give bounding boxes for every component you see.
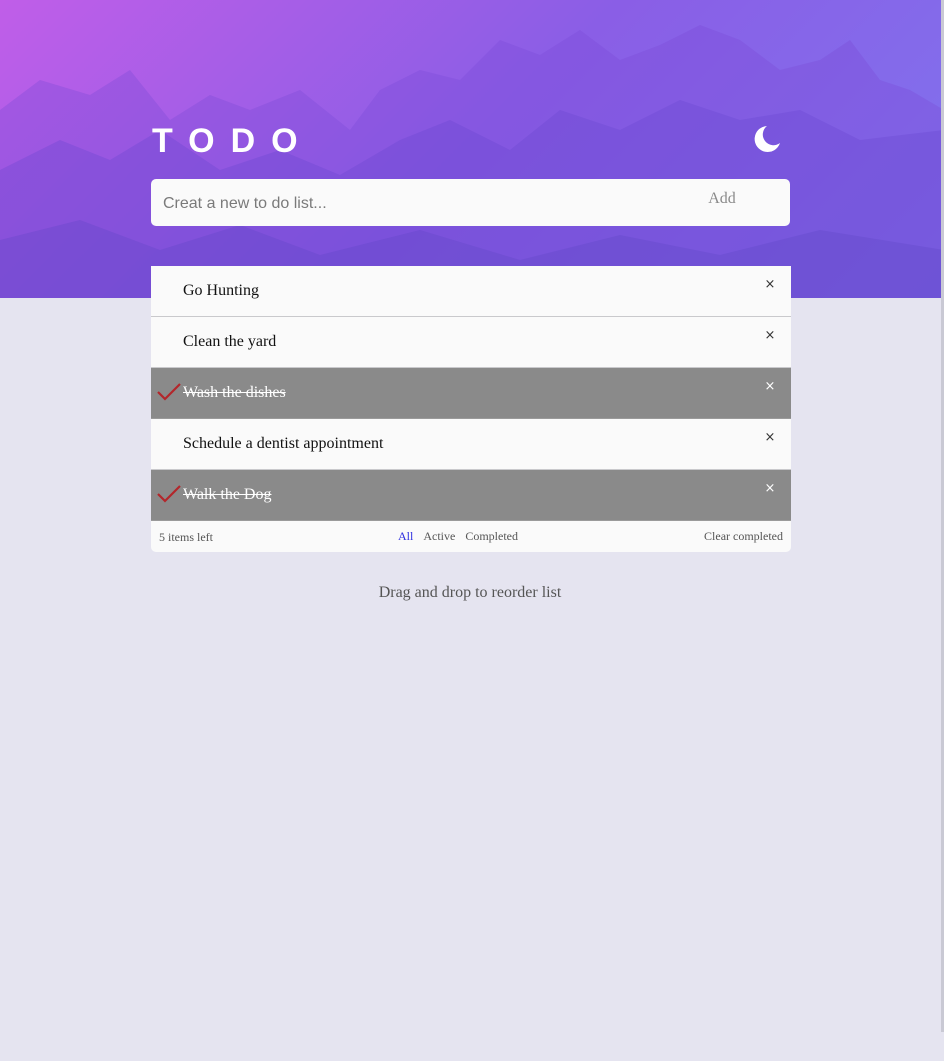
theme-toggle-button[interactable] [752,124,782,154]
list-footer: 5 items left All Active Completed Clear co… [151,521,791,552]
checkmark-icon[interactable] [157,382,181,402]
todo-item-completed[interactable]: Walk the Dog × [151,470,791,521]
clear-completed-button[interactable]: Clear completed [704,529,783,544]
remove-icon[interactable]: × [763,328,777,346]
items-left-count: 5 items left [159,530,213,544]
remove-icon[interactable]: × [763,277,777,295]
todo-item[interactable]: Schedule a dentist appointment × [151,419,791,470]
filter-group: All Active Completed [398,529,528,544]
remove-icon[interactable]: × [763,481,777,499]
todo-text: Walk the Dog [183,486,272,503]
todo-item-completed[interactable]: Wash the dishes × [151,368,791,419]
remove-icon[interactable]: × [763,379,777,397]
new-todo-input[interactable] [161,189,685,218]
todo-text: Go Hunting [183,282,259,299]
todo-list: Go Hunting × Clean the yard × Wash the d… [151,266,791,552]
todo-item[interactable]: Clean the yard × [151,317,791,368]
drag-hint: Drag and drop to reorder list [378,584,562,601]
remove-icon[interactable]: × [763,430,777,448]
filter-active[interactable]: Active [423,529,455,543]
checkmark-icon[interactable] [157,484,181,504]
mountain-background-image [0,25,944,298]
filter-all[interactable]: All [398,529,413,543]
todo-text: Schedule a dentist appointment [183,435,384,452]
add-button[interactable]: Add [690,189,754,209]
todo-text: Clean the yard [183,333,277,350]
todo-item[interactable]: Go Hunting × [151,266,791,317]
filter-completed[interactable]: Completed [465,529,518,543]
moon-icon [754,126,780,152]
header-background [0,0,944,298]
todo-text: Wash the dishes [183,384,286,401]
app-title: TODO [152,122,314,160]
